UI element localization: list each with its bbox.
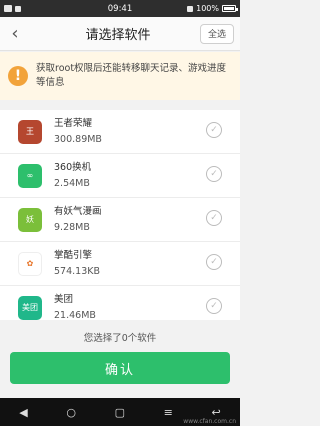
nav-recent-icon[interactable]: ▢ [115, 406, 125, 419]
list-item[interactable]: 美团 美团 21.46MB ✓ [0, 286, 240, 320]
status-time: 09:41 [107, 3, 133, 14]
check-circle-icon[interactable]: ✓ [206, 298, 222, 314]
check-circle-icon[interactable]: ✓ [206, 210, 222, 226]
chevron-left-icon: ‹ [11, 23, 19, 44]
warning-text: 获取root权限后还能转移聊天记录、游戏进度等信息 [36, 63, 227, 88]
app-list: 王 王者荣耀 300.89MB ✓ ∞ 360换机 2.54MB ✓ 妖 有妖气… [0, 110, 240, 320]
selection-summary: 您选择了0个软件 [83, 333, 157, 344]
app-size: 9.28MB [54, 221, 90, 233]
list-item[interactable]: 妖 有妖气漫画 9.28MB ✓ [0, 198, 240, 242]
list-item[interactable]: ∞ 360换机 2.54MB ✓ [0, 154, 240, 198]
list-item[interactable]: 王 王者荣耀 300.89MB ✓ [0, 110, 240, 154]
root-warning-banner: ! 获取root权限后还能转移聊天记录、游戏进度等信息 [0, 52, 240, 100]
app-name: 王者荣耀 [54, 117, 93, 129]
back-button[interactable]: ‹ [0, 17, 30, 51]
app-size: 300.89MB [54, 133, 102, 145]
battery-icon [222, 5, 238, 12]
navigation-bar: ◀ ○ ▢ ≡ ↩ www.cfan.com.cn [0, 398, 240, 426]
app-icon: 王 [18, 119, 42, 144]
status-left-icons [4, 5, 84, 12]
app-name: 掌酷引擎 [54, 249, 93, 261]
app-size: 21.46MB [54, 309, 96, 321]
select-all-button[interactable]: 全选 [200, 23, 234, 44]
watermark: www.cfan.com.cn [183, 418, 236, 425]
notification-icon [4, 5, 12, 12]
status-bar: 09:41 100% [0, 0, 240, 17]
nav-menu-icon[interactable]: ≡ [164, 406, 173, 419]
app-name: 有妖气漫画 [54, 205, 102, 217]
page-title: 请选择软件 [85, 28, 151, 43]
list-item[interactable]: ✿ 掌酷引擎 574.13KB ✓ [0, 242, 240, 286]
notification-icon-2 [15, 5, 21, 12]
check-circle-icon[interactable]: ✓ [206, 166, 222, 182]
app-name: 360换机 [54, 161, 92, 173]
battery-percent: 100% [196, 4, 219, 13]
app-icon: ∞ [18, 163, 42, 188]
nav-back-icon[interactable]: ◀ [19, 406, 27, 419]
app-icon: 妖 [18, 207, 42, 232]
nav-return-icon[interactable]: ↩ [211, 406, 220, 419]
app-icon: 美团 [18, 295, 42, 320]
check-circle-icon[interactable]: ✓ [206, 122, 222, 138]
app-size: 574.13KB [54, 265, 100, 277]
status-right-icons: 100% [156, 4, 238, 13]
confirm-button[interactable]: 确认 [10, 352, 230, 384]
app-size: 2.54MB [54, 177, 90, 189]
app-icon: ✿ [18, 251, 42, 276]
check-circle-icon[interactable]: ✓ [206, 254, 222, 270]
nav-home-icon[interactable]: ○ [66, 406, 76, 419]
warning-icon: ! [8, 66, 28, 86]
signal-icon [187, 5, 194, 12]
app-header: ‹ 请选择软件 全选 [0, 17, 240, 51]
app-name: 美团 [54, 293, 74, 305]
